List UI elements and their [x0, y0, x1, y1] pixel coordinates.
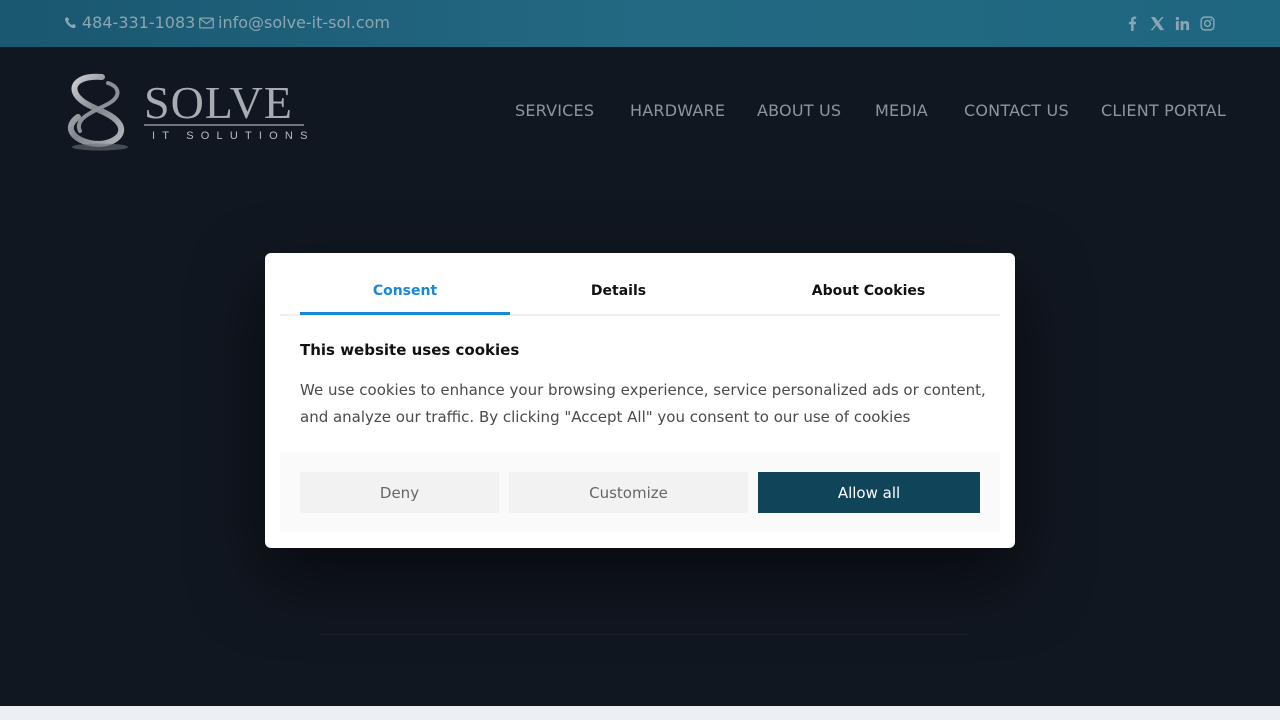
cookie-consent-dialog: Consent Details About Cookies This websi…: [265, 253, 1015, 548]
allow-all-button[interactable]: Allow all: [758, 472, 980, 513]
phone-link[interactable]: 484-331-1083: [64, 13, 195, 32]
email-link[interactable]: info@solve-it-sol.com: [199, 13, 390, 32]
nav-media[interactable]: MEDIA: [875, 101, 928, 120]
envelope-icon: [199, 17, 214, 28]
facebook-icon[interactable]: [1124, 15, 1140, 31]
logo-wordmark: SOLVE: [144, 77, 293, 128]
dialog-body-text: We use cookies to enhance your browsing …: [300, 381, 986, 426]
active-tab-indicator: [300, 312, 510, 315]
tab-details[interactable]: Details: [510, 283, 727, 299]
top-contact-bar: 484-331-1083 info@solve-it-sol.com: [0, 0, 1280, 47]
nav-hardware[interactable]: HARDWARE: [630, 101, 725, 120]
dialog-title: This website uses cookies: [300, 341, 520, 359]
site-header: SOLVE IT SOLUTIONS SERVICES HARDWARE ABO…: [0, 47, 1280, 175]
x-icon[interactable]: [1149, 15, 1165, 31]
solve-it-logo[interactable]: SOLVE IT SOLUTIONS: [62, 71, 312, 153]
nav-client-portal[interactable]: CLIENT PORTAL: [1101, 101, 1226, 120]
phone-number: 484-331-1083: [82, 13, 196, 32]
dialog-button-bar: Deny Customize Allow all: [280, 452, 1000, 532]
nav-contact-us[interactable]: CONTACT US: [964, 101, 1069, 120]
cookie-tabs: Consent Details About Cookies: [280, 253, 1000, 316]
nav-about-us[interactable]: ABOUT US: [757, 101, 841, 120]
tab-about-cookies[interactable]: About Cookies: [747, 283, 990, 299]
logo-tagline: IT SOLUTIONS: [152, 130, 312, 142]
customize-button[interactable]: Customize: [509, 472, 748, 513]
tab-consent[interactable]: Consent: [300, 283, 510, 299]
nav-services[interactable]: SERVICES: [515, 101, 594, 120]
instagram-icon[interactable]: [1199, 15, 1215, 31]
background-panel: [318, 560, 968, 635]
email-address: info@solve-it-sol.com: [218, 13, 390, 32]
deny-button[interactable]: Deny: [300, 472, 499, 513]
linkedin-icon[interactable]: [1174, 15, 1190, 31]
phone-icon: [64, 16, 76, 28]
footer-strip: [0, 706, 1280, 720]
